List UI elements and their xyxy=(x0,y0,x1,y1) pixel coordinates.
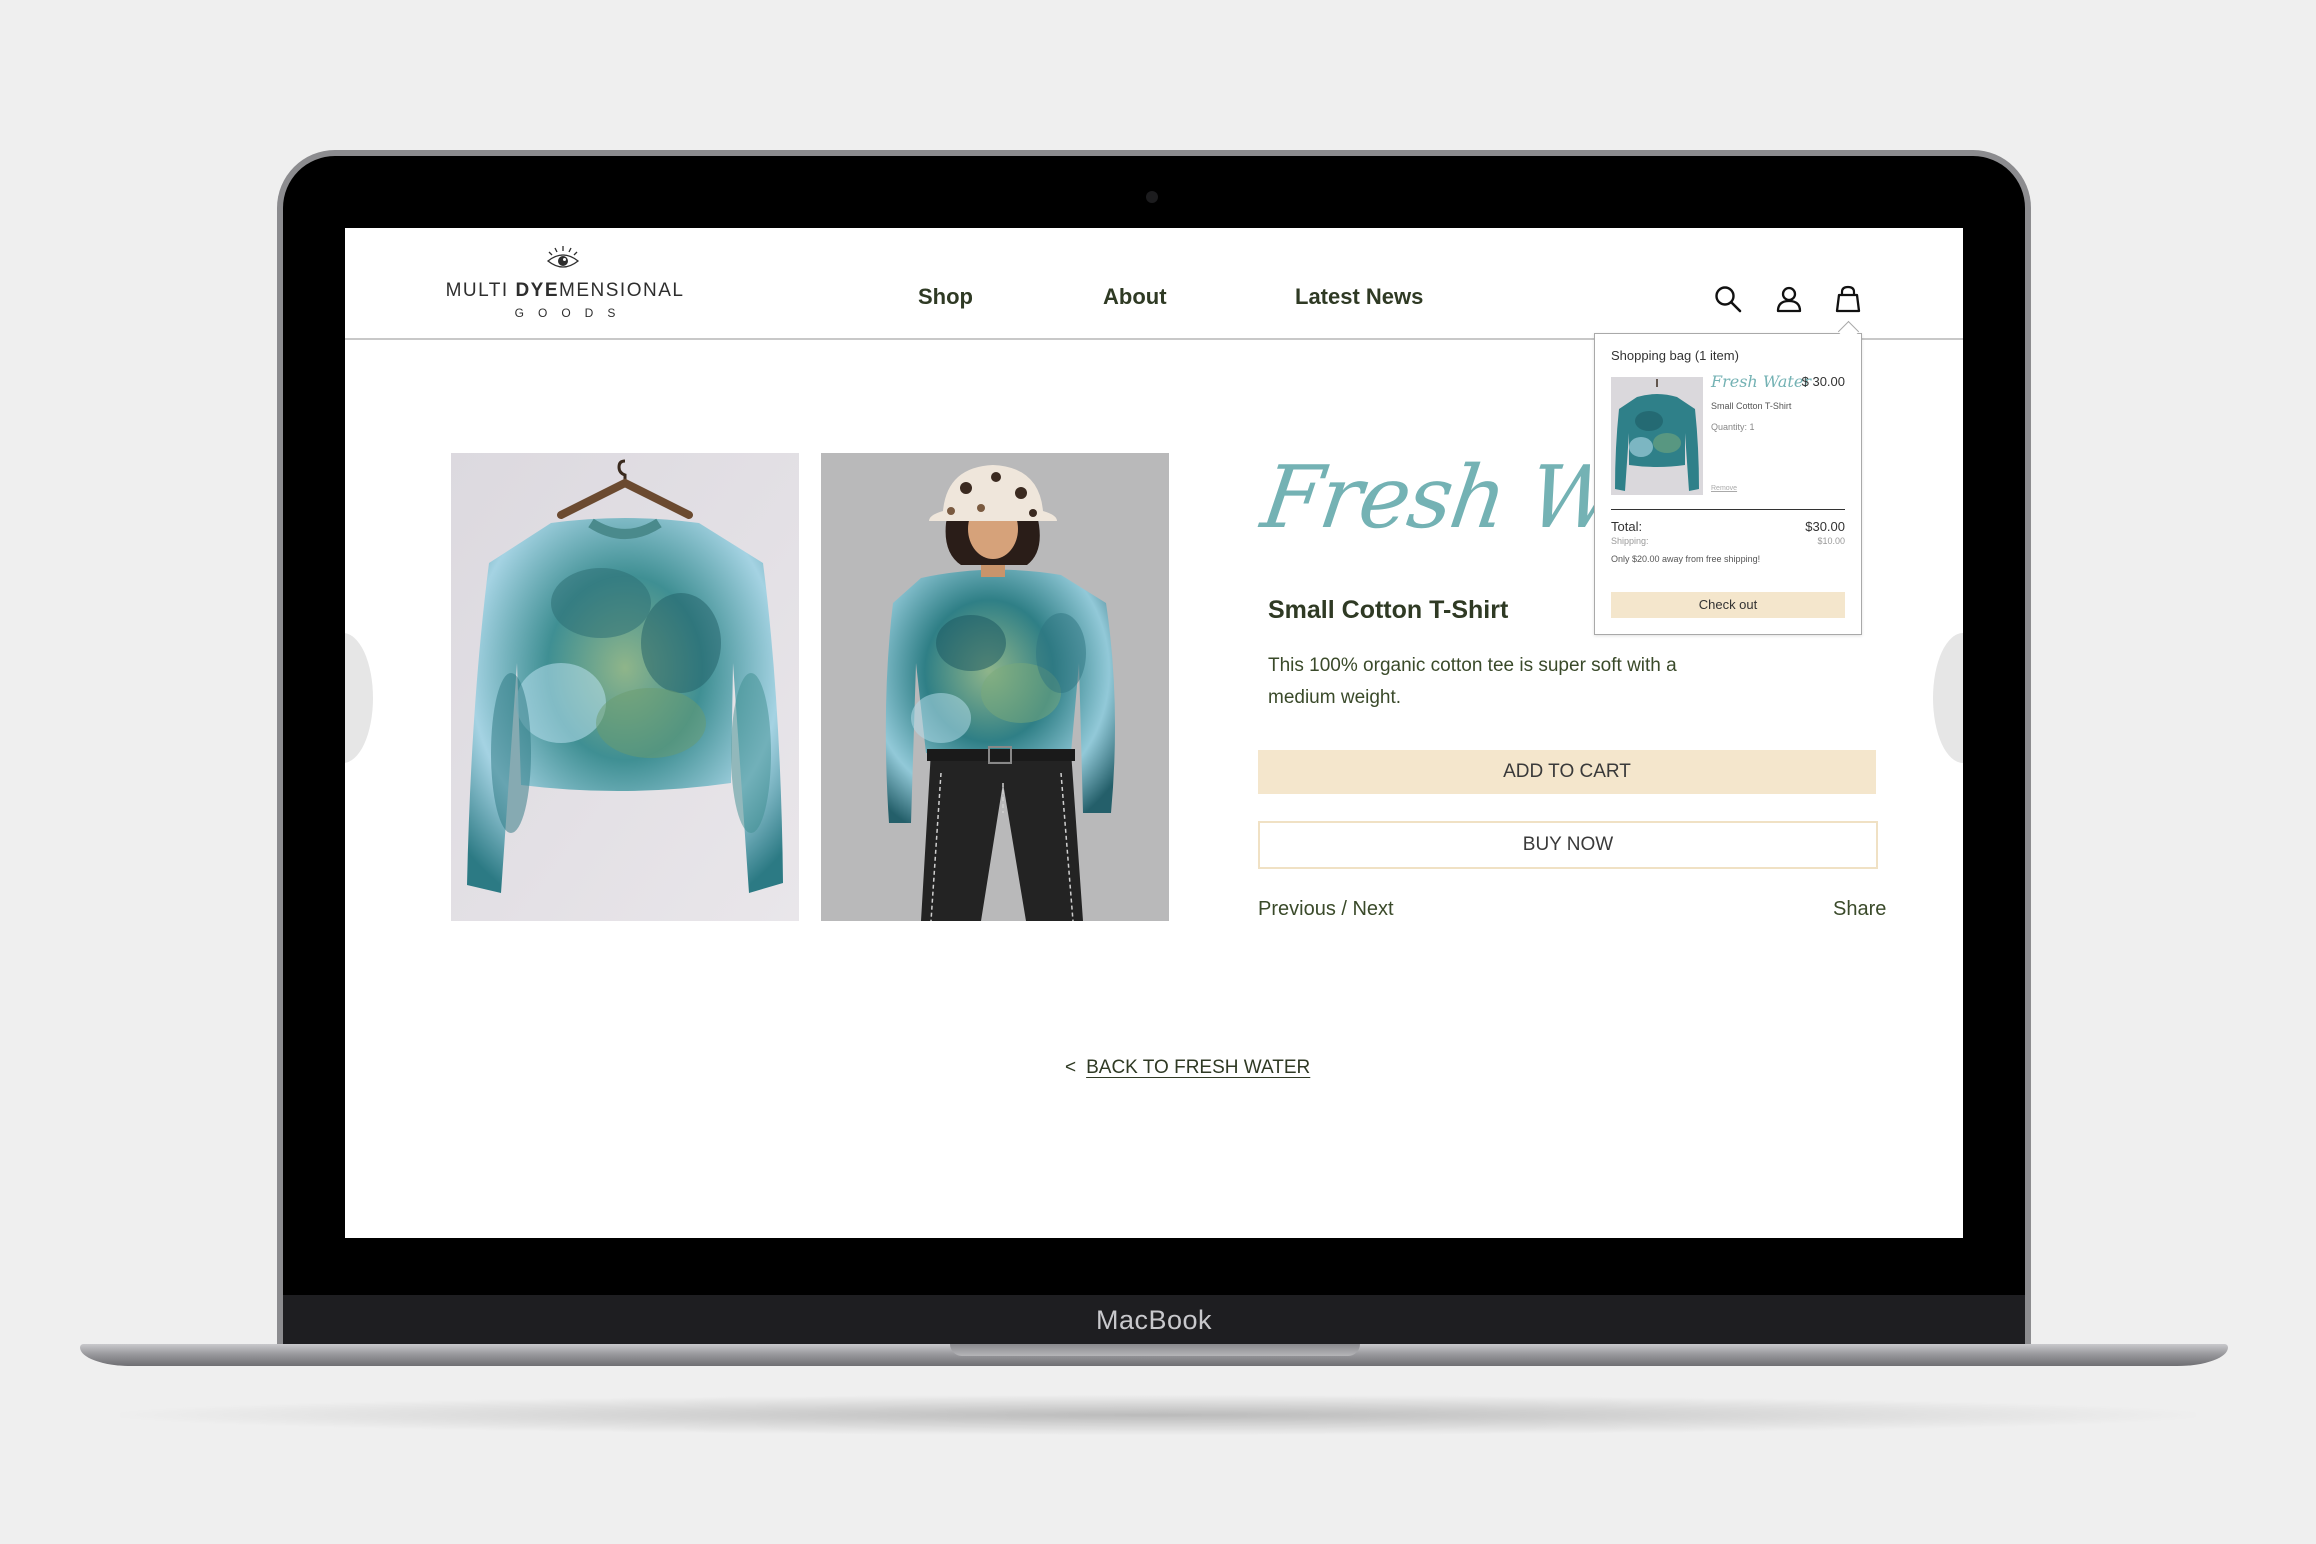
product-image-hanger[interactable] xyxy=(451,453,799,921)
bag-item-title: Fresh Water xyxy=(1711,372,1811,391)
browser-screen: MULTI DYEMENSIONAL GOODS Shop About Late… xyxy=(345,228,1963,1238)
camera-icon xyxy=(1146,191,1158,203)
buy-now-button[interactable]: BUY NOW xyxy=(1258,821,1878,869)
checkout-button[interactable]: Check out xyxy=(1611,592,1845,618)
back-to-collection-link[interactable]: < BACK TO FRESH WATER xyxy=(1065,1057,1310,1079)
back-link-label: BACK TO FRESH WATER xyxy=(1086,1057,1311,1078)
product-photo-hanger xyxy=(451,453,799,921)
previous-next-link[interactable]: Previous / Next xyxy=(1258,898,1394,921)
carousel-prev-tab[interactable] xyxy=(345,633,373,763)
device-label: MacBook xyxy=(1095,1305,1213,1335)
bag-total-label: Total: xyxy=(1611,519,1643,534)
free-shipping-note: Only $20.00 away from free shipping! xyxy=(1611,554,1761,564)
search-icon[interactable] xyxy=(1713,284,1743,314)
chevron-left-icon: < xyxy=(1065,1057,1077,1078)
shopping-bag-icon[interactable] xyxy=(1833,284,1863,314)
eye-icon xyxy=(546,246,580,268)
nav-shop[interactable]: Shop xyxy=(918,284,973,310)
nav-latest-news[interactable]: Latest News xyxy=(1295,284,1423,310)
add-to-cart-button[interactable]: ADD TO CART xyxy=(1258,750,1876,794)
bag-heading: Shopping bag (1 item) xyxy=(1611,348,1739,363)
bag-item-variant: Small Cotton T-Shirt xyxy=(1711,401,1792,411)
logo-wordmark: MULTI DYEMENSIONAL xyxy=(445,280,685,301)
laptop-shadow xyxy=(120,1395,2196,1435)
product-name: Small Cotton T-Shirt xyxy=(1268,596,1509,624)
bag-item-price: $ 30.00 xyxy=(1801,374,1845,389)
nav-about[interactable]: About xyxy=(1103,284,1167,310)
bag-item-thumbnail[interactable] xyxy=(1611,377,1703,495)
shopping-bag-dropdown: Shopping bag (1 item) Fresh Water $ 30.0… xyxy=(1594,333,1862,635)
bag-item-photo xyxy=(1611,377,1703,495)
product-image-model[interactable] xyxy=(821,453,1169,921)
product-photo-model xyxy=(821,453,1169,921)
bag-shipping-label: Shipping: xyxy=(1611,536,1649,546)
bag-divider xyxy=(1611,509,1845,510)
account-icon[interactable] xyxy=(1774,284,1804,314)
site-header: MULTI DYEMENSIONAL GOODS Shop About Late… xyxy=(345,228,1963,340)
laptop-notch xyxy=(950,1344,1360,1356)
share-link[interactable]: Share xyxy=(1833,898,1886,921)
logo-subtitle: GOODS xyxy=(514,306,630,320)
bag-remove-link[interactable]: Remove xyxy=(1711,485,1737,492)
site-logo[interactable]: MULTI DYEMENSIONAL GOODS xyxy=(440,244,690,324)
bag-total-value: $30.00 xyxy=(1805,519,1845,534)
bag-item-quantity: Quantity: 1 xyxy=(1711,422,1755,432)
bag-shipping-value: $10.00 xyxy=(1817,536,1845,546)
product-description: This 100% organic cotton tee is super so… xyxy=(1268,655,1677,708)
carousel-next-tab[interactable] xyxy=(1933,633,1963,763)
